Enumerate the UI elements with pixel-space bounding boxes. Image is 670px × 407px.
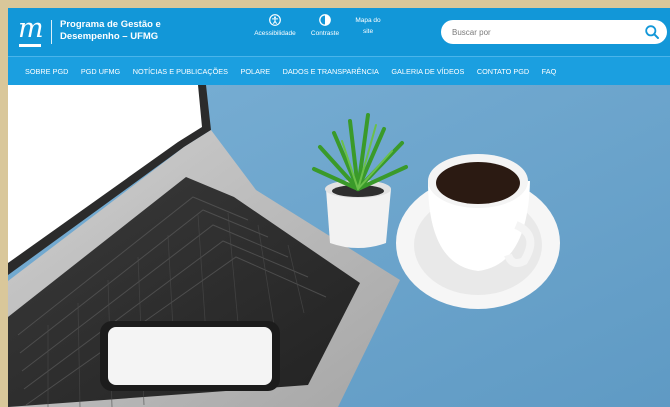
nav-item-pgd-ufmg[interactable]: PGD UFMG xyxy=(81,67,120,76)
main-nav: SOBRE PGD PGD UFMG NOTÍCIAS E PUBLICAÇÕE… xyxy=(8,56,670,85)
nav-item-contato[interactable]: CONTATO PGD xyxy=(477,67,529,76)
hero-image xyxy=(8,85,670,407)
page-frame: m Programa de Gestão e Desempenho – UFMG… xyxy=(8,8,670,407)
sitemap-label-line1: Mapa do xyxy=(355,17,381,24)
search-icon[interactable] xyxy=(644,24,660,40)
sitemap-link[interactable]: Mapa do site xyxy=(348,16,388,36)
ufmg-logo[interactable]: m xyxy=(18,13,46,50)
nav-item-galeria[interactable]: GALERIA DE VÍDEOS xyxy=(391,67,464,76)
sitemap-label-line2: site xyxy=(362,28,374,35)
contrast-label: Contraste xyxy=(310,30,340,37)
accessibility-icon xyxy=(269,14,281,26)
site-title-line1: Programa de Gestão e xyxy=(60,19,161,30)
site-header: m Programa de Gestão e Desempenho – UFMG… xyxy=(8,8,670,56)
nav-item-polare[interactable]: POLARE xyxy=(241,67,271,76)
contrast-button[interactable]: Contraste xyxy=(305,14,345,38)
accessibility-label: Acessibilidade xyxy=(254,30,296,37)
search-input[interactable] xyxy=(452,25,632,39)
nav-item-faq[interactable]: FAQ xyxy=(542,67,557,76)
nav-item-noticias[interactable]: NOTÍCIAS E PUBLICAÇÕES xyxy=(133,67,228,76)
search-box xyxy=(441,20,667,44)
nav-item-sobre-pgd[interactable]: SOBRE PGD xyxy=(25,67,68,76)
site-title[interactable]: Programa de Gestão e Desempenho – UFMG xyxy=(60,19,161,43)
contrast-icon xyxy=(319,14,331,26)
site-title-line2: Desempenho – UFMG xyxy=(60,31,159,42)
logo-underline xyxy=(19,44,41,47)
logo-divider xyxy=(51,20,52,44)
accessibility-button[interactable]: Acessibilidade xyxy=(250,14,300,38)
hero-banner xyxy=(8,85,670,407)
nav-item-dados[interactable]: DADOS E TRANSPARÊNCIA xyxy=(283,67,379,76)
logo-letter: m xyxy=(18,13,44,44)
